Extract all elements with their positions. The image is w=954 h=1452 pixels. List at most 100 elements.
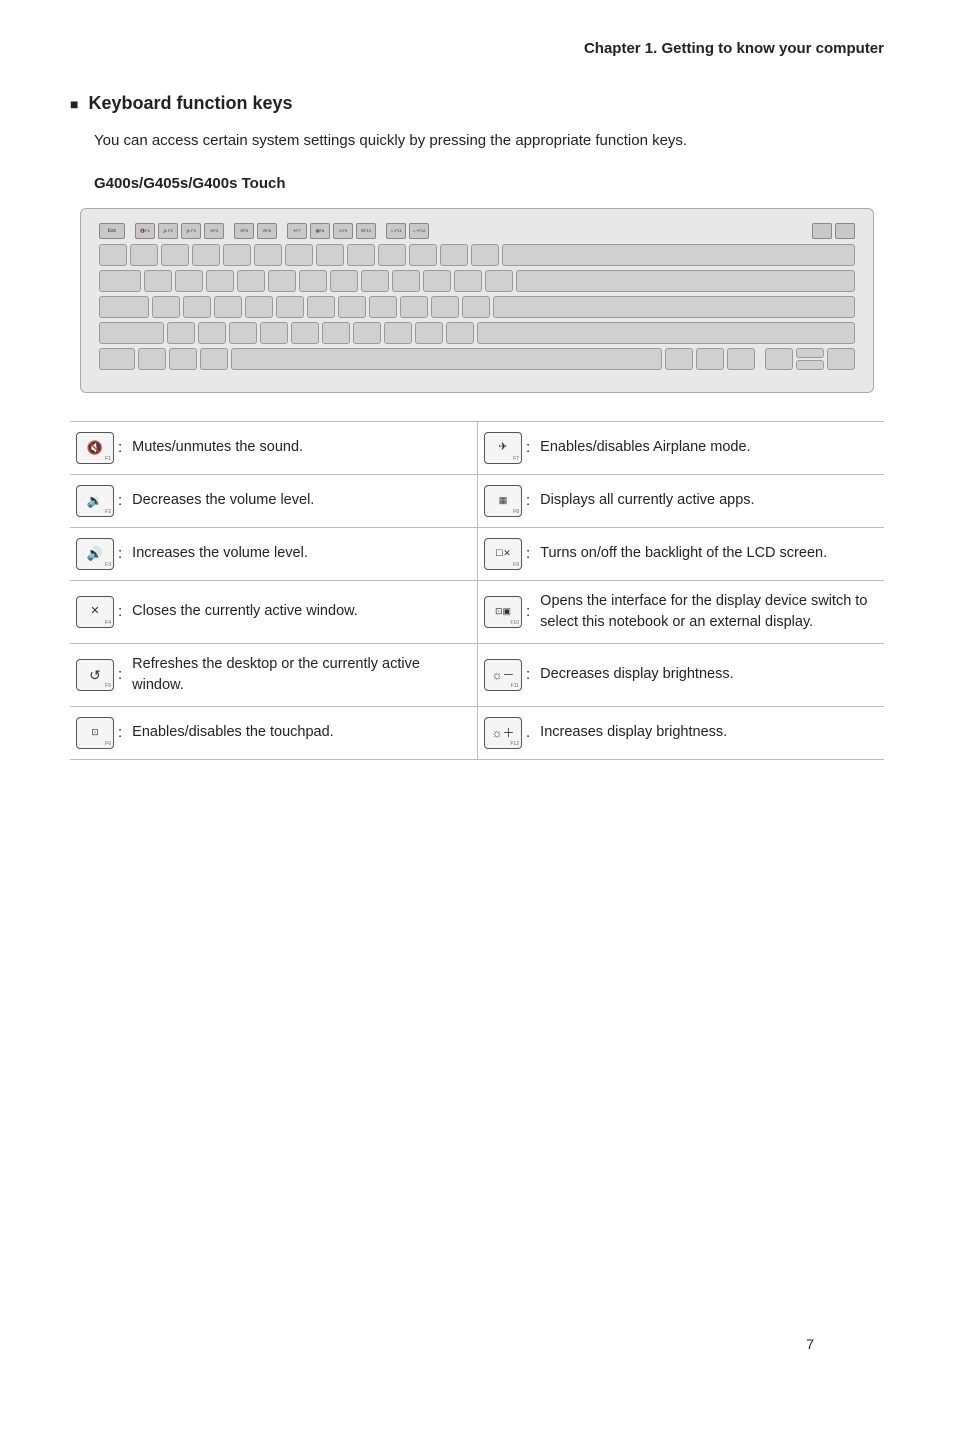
backtick-key: [99, 244, 127, 266]
display-switch-key-icon: ⊡▣ F10: [484, 596, 522, 628]
f12-key: ☼+F12: [409, 223, 429, 239]
colon-12: .: [526, 724, 530, 741]
fkey-touchpad-row: ⊡ F6 : Enables/disables the touchpad.: [70, 707, 477, 760]
enter-key: [493, 296, 855, 318]
left-key: [765, 348, 793, 370]
fkey-brightness-up-row: ☼＋ F12 . Increases display brightness.: [477, 707, 884, 760]
v-key: [260, 322, 288, 344]
active-apps-description: Displays all currently active apps.: [540, 490, 754, 511]
comma-key: [384, 322, 412, 344]
tab-key: [99, 270, 141, 292]
fkey-lcd-backlight-row: ☐✕ F9 : Turns on/off the backlight of th…: [477, 528, 884, 581]
quote-key: [462, 296, 490, 318]
f3-key: 🔊F3: [181, 223, 201, 239]
f10-key: ⊡F10: [356, 223, 376, 239]
space-key: [231, 348, 662, 370]
x-key: [198, 322, 226, 344]
chapter-header: Chapter 1. Getting to know your computer: [70, 40, 884, 57]
airplane-description: Enables/disables Airplane mode.: [540, 437, 750, 458]
rshift-key: [477, 322, 855, 344]
section-description: You can access certain system settings q…: [94, 130, 884, 153]
colon-1: :: [118, 439, 122, 456]
c-key: [229, 322, 257, 344]
fkey-mute-row: 🔇 F1 : Mutes/unmutes the sound.: [70, 422, 477, 475]
y-key: [299, 270, 327, 292]
fkey-close-window-row: ✕ F4 : Closes the currently active windo…: [70, 581, 477, 644]
close-window-description: Closes the currently active window.: [132, 601, 358, 622]
colon-4: :: [526, 492, 530, 509]
f-key: [245, 296, 273, 318]
6-key: [285, 244, 313, 266]
backspace-key: [502, 244, 855, 266]
vol-up-description: Increases the volume level.: [132, 543, 308, 564]
j-key: [338, 296, 366, 318]
brightness-down-key-icon: ☼－ F11: [484, 659, 522, 691]
semicolon-key: [431, 296, 459, 318]
ctrl-key: [138, 348, 166, 370]
refresh-key-icon: ↺ F5: [76, 659, 114, 691]
f9-key: ☐F9: [333, 223, 353, 239]
rbracket-key: [485, 270, 513, 292]
h-key: [307, 296, 335, 318]
lcd-backlight-key-icon: ☐✕ F9: [484, 538, 522, 570]
brightness-down-description: Decreases display brightness.: [540, 664, 733, 685]
e-key: [206, 270, 234, 292]
period-key: [415, 322, 443, 344]
fkey-airplane-row: ✈ F7 : Enables/disables Airplane mode.: [477, 422, 884, 475]
touchpad-description: Enables/disables the touchpad.: [132, 722, 334, 743]
vol-up-key-icon: 🔊 F3: [76, 538, 114, 570]
fkey-vol-up-row: 🔊 F3 : Increases the volume level.: [70, 528, 477, 581]
d-key: [214, 296, 242, 318]
colon-6: :: [526, 545, 530, 562]
f1-key: 🔇F1: [135, 223, 155, 239]
s-key: [183, 296, 211, 318]
win-key: [169, 348, 197, 370]
t-key: [268, 270, 296, 292]
fkey-refresh-row: ↺ F5 : Refreshes the desktop or the curr…: [70, 644, 477, 707]
u-key: [330, 270, 358, 292]
alt-key: [200, 348, 228, 370]
4-key: [223, 244, 251, 266]
fn-key: [99, 348, 135, 370]
lshift-key: [99, 322, 164, 344]
f4-key: ✕F4: [204, 223, 224, 239]
active-apps-key-icon: ▦ F8: [484, 485, 522, 517]
del-key: [812, 223, 832, 239]
vol-down-description: Decreases the volume level.: [132, 490, 314, 511]
f6-key: ⊡F6: [257, 223, 277, 239]
fkey-vol-down-row: 🔉 F2 : Decreases the volume level.: [70, 475, 477, 528]
3-key: [192, 244, 220, 266]
r-key: [237, 270, 265, 292]
q-key: [144, 270, 172, 292]
5-key: [254, 244, 282, 266]
menu-key: [696, 348, 724, 370]
f11-key: ☼-F11: [386, 223, 406, 239]
equal-key: [471, 244, 499, 266]
ins-key: [835, 223, 855, 239]
minus-key: [440, 244, 468, 266]
right-key: [827, 348, 855, 370]
rctrl-key: [727, 348, 755, 370]
refresh-description: Refreshes the desktop or the currently a…: [132, 654, 471, 696]
airplane-key-icon: ✈ F7: [484, 432, 522, 464]
9-key: [378, 244, 406, 266]
fkey-display-switch-row: ⊡▣ F10 : Opens the interface for the dis…: [477, 581, 884, 644]
down-key: [796, 360, 824, 370]
f5-key: ↺F5: [234, 223, 254, 239]
i-key: [361, 270, 389, 292]
ralt-key: [665, 348, 693, 370]
backslash-key: [516, 270, 855, 292]
0-key: [409, 244, 437, 266]
p-key: [423, 270, 451, 292]
esc-key: Esc: [99, 223, 125, 239]
section-title: Keyboard function keys: [70, 93, 884, 114]
keyboard-illustration: Esc 🔇F1 🔉F2 🔊F3 ✕F4 ↺F5 ⊡F6 ✈F7 ▦F8 ☐F9 …: [80, 208, 874, 393]
brightness-up-key-icon: ☼＋ F12: [484, 717, 522, 749]
z-key: [167, 322, 195, 344]
colon-8: :: [526, 603, 530, 620]
8-key: [347, 244, 375, 266]
function-key-descriptions: 🔇 F1 : Mutes/unmutes the sound. ✈ F7 : E…: [70, 421, 884, 760]
mute-description: Mutes/unmutes the sound.: [132, 437, 303, 458]
w-key: [175, 270, 203, 292]
close-window-key-icon: ✕ F4: [76, 596, 114, 628]
